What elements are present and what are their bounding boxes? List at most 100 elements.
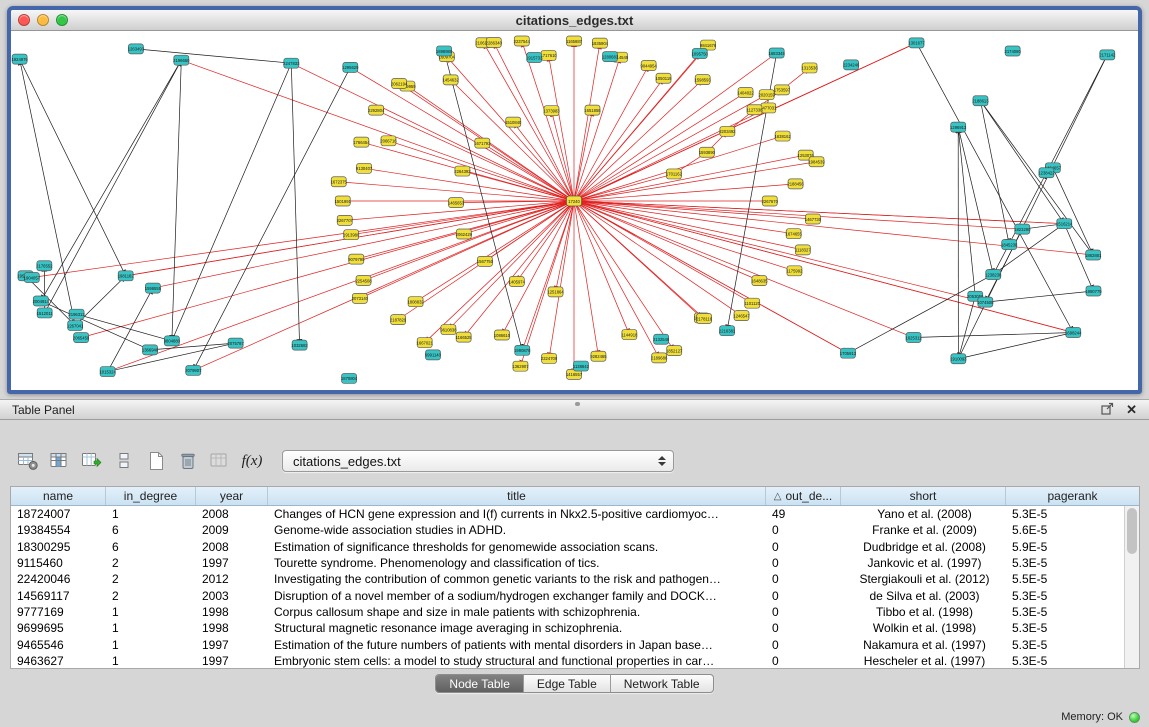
cell-pagerank[interactable]: 5.9E-5 xyxy=(1006,539,1124,555)
graph-node[interactable]: 2237544 xyxy=(514,36,531,46)
cell-year[interactable]: 1997 xyxy=(196,637,268,653)
cell-out_degree[interactable]: 0 xyxy=(766,522,841,538)
cell-name[interactable]: 9463627 xyxy=(11,653,106,668)
graph-node[interactable]: 1295629 xyxy=(342,62,359,72)
graph-node[interactable]: 1165887 xyxy=(566,36,583,46)
graph-node[interactable]: 1913980 xyxy=(343,230,360,240)
table-row[interactable]: 969969511998Structural magnetic resonanc… xyxy=(11,620,1124,636)
cell-name[interactable]: 22420046 xyxy=(11,571,106,587)
graph-node[interactable]: 1251864 xyxy=(547,287,564,297)
cell-in_degree[interactable]: 6 xyxy=(106,539,196,555)
cell-in_degree[interactable]: 1 xyxy=(106,604,196,620)
graph-node[interactable]: 1101120 xyxy=(744,298,760,308)
graph-node[interactable]: 1512011 xyxy=(37,308,54,318)
column-header-pagerank[interactable]: pagerank xyxy=(1006,487,1139,505)
cell-short[interactable]: Wolkin et al. (1998) xyxy=(841,620,1006,636)
table-row[interactable]: 946554611997Estimation of the future num… xyxy=(11,636,1124,652)
graph-node[interactable]: 1567750 xyxy=(477,256,494,266)
column-header-out_degree[interactable]: △out_de... xyxy=(766,487,841,505)
graph-node[interactable]: 2216381 xyxy=(719,326,736,336)
cell-name[interactable]: 9699695 xyxy=(11,620,106,636)
zoom-window-button[interactable] xyxy=(56,14,68,26)
add-column-icon[interactable] xyxy=(78,448,106,474)
cell-name[interactable]: 18724007 xyxy=(11,506,106,522)
graph-node[interactable]: 1263493 xyxy=(128,44,145,54)
panel-resize-grip[interactable] xyxy=(575,402,580,406)
cell-pagerank[interactable]: 5.3E-5 xyxy=(1006,555,1124,571)
cell-name[interactable]: 18300295 xyxy=(11,539,106,555)
graph-node[interactable]: 1501991 xyxy=(335,196,352,206)
graph-node[interactable]: 2224709 xyxy=(541,353,558,363)
graph-node[interactable]: 1477031 xyxy=(760,103,777,113)
graph-node[interactable]: 1672375 xyxy=(331,177,348,187)
graph-node[interactable]: 9130407 xyxy=(356,163,373,173)
graph-node[interactable]: 1924979 xyxy=(11,54,28,64)
graph-node[interactable]: 2171142 xyxy=(1099,50,1116,60)
graph-node[interactable]: 1032683 xyxy=(291,340,308,350)
graph-node[interactable]: 2174080 xyxy=(1004,46,1021,56)
tab-network-table[interactable]: Network Table xyxy=(611,675,713,692)
graph-node[interactable]: 2203492 xyxy=(719,126,736,136)
cell-short[interactable]: Hescheler et al. (1997) xyxy=(841,653,1006,668)
graph-node[interactable]: 1671793 xyxy=(474,138,491,148)
cell-year[interactable]: 1998 xyxy=(196,620,268,636)
graph-node[interactable]: 2073140 xyxy=(352,293,369,303)
graph-node[interactable]: 1296913 xyxy=(950,122,967,132)
table-row[interactable]: 1456911722003Disruption of a novel membe… xyxy=(11,587,1124,603)
graph-node[interactable]: 2178116 xyxy=(696,313,713,323)
table-row[interactable]: 977716911998Corpus callosum shape and si… xyxy=(11,604,1124,620)
close-window-button[interactable] xyxy=(18,14,30,26)
graph-node[interactable]: 1898980 xyxy=(436,46,453,56)
graph-node[interactable]: 1373983 xyxy=(543,106,560,116)
graph-node[interactable]: 9991140 xyxy=(425,350,442,360)
graph-node[interactable]: 2292804 xyxy=(368,105,385,115)
graph-node[interactable]: 9282465 xyxy=(590,351,607,361)
cell-out_degree[interactable]: 0 xyxy=(766,620,841,636)
graph-node[interactable]: 2267670 xyxy=(762,196,779,206)
new-table-icon[interactable] xyxy=(142,448,170,474)
graph-node[interactable]: 1808832 xyxy=(407,297,424,307)
graph-node[interactable]: 1852127 xyxy=(666,346,683,356)
graph-node[interactable]: 1138642 xyxy=(573,361,590,371)
cell-short[interactable]: Nakamura et al. (1997) xyxy=(841,637,1006,653)
cell-name[interactable]: 9777169 xyxy=(11,604,106,620)
cell-out_degree[interactable]: 0 xyxy=(766,539,841,555)
cell-year[interactable]: 2003 xyxy=(196,588,268,604)
graph-node[interactable]: 1635904 xyxy=(592,38,609,48)
row-height-icon[interactable] xyxy=(110,448,138,474)
table-row[interactable]: 911546021997Tourette syndrome. Phenomeno… xyxy=(11,555,1124,571)
cell-out_degree[interactable]: 0 xyxy=(766,637,841,653)
cell-short[interactable]: de Silva et al. (2003) xyxy=(841,588,1006,604)
cell-title[interactable]: Structural magnetic resonance image aver… xyxy=(268,620,766,636)
graph-node[interactable]: 1280683 xyxy=(602,52,619,62)
graph-node[interactable]: 1301677 xyxy=(908,38,925,48)
graph-node[interactable]: 1238238 xyxy=(985,269,1002,279)
cell-out_degree[interactable]: 0 xyxy=(766,604,841,620)
table-mode-icon[interactable] xyxy=(14,448,42,474)
float-panel-icon[interactable] xyxy=(1101,402,1114,418)
graph-node[interactable]: 2188613 xyxy=(972,96,989,106)
cell-name[interactable]: 14569117 xyxy=(11,588,106,604)
tab-node-table[interactable]: Node Table xyxy=(436,675,524,692)
column-header-name[interactable]: name xyxy=(11,487,106,505)
graph-node[interactable]: 1882881 xyxy=(1085,250,1102,260)
graph-hub-node[interactable]: 17240 xyxy=(567,196,582,206)
graph-node[interactable]: 1625311 xyxy=(906,333,923,343)
cell-short[interactable]: Yano et al. (2008) xyxy=(841,506,1006,522)
graph-node[interactable]: 1086610 xyxy=(494,330,511,340)
graph-node[interactable]: 1175992 xyxy=(786,266,803,276)
minimize-window-button[interactable] xyxy=(37,14,49,26)
graph-node[interactable]: 1915733 xyxy=(526,52,543,62)
graph-node[interactable]: 1717610 xyxy=(540,50,557,60)
graph-node[interactable]: 1596555 xyxy=(145,283,162,293)
graph-node[interactable]: 1074508 xyxy=(977,297,994,307)
graph-node[interactable]: 1166525 xyxy=(456,332,473,342)
graph-node[interactable]: 1990878 xyxy=(514,345,531,355)
tab-edge-table[interactable]: Edge Table xyxy=(524,675,611,692)
cell-pagerank[interactable]: 5.3E-5 xyxy=(1006,653,1124,668)
cell-pagerank[interactable]: 5.3E-5 xyxy=(1006,604,1124,620)
graph-node[interactable]: 1823290 xyxy=(1014,224,1031,234)
cell-name[interactable]: 19384554 xyxy=(11,522,106,538)
table-scrollbar[interactable] xyxy=(1124,506,1139,668)
graph-node[interactable]: 2176552 xyxy=(36,261,53,271)
